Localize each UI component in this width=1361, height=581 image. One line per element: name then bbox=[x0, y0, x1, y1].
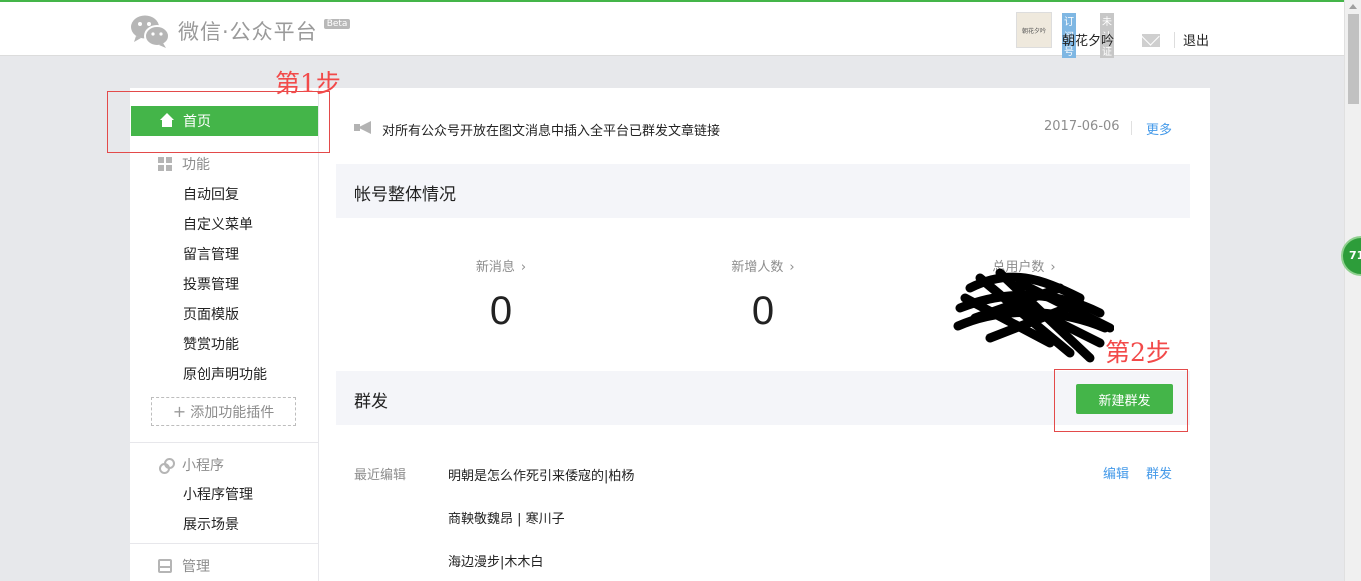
speaker-icon bbox=[354, 121, 372, 134]
sidebar-item-display-scenes[interactable]: 展示场景 bbox=[183, 514, 239, 534]
beta-badge: Beta bbox=[323, 19, 351, 29]
add-plugin-button[interactable]: + 添加功能插件 bbox=[151, 397, 296, 426]
more-link[interactable]: 更多 bbox=[1146, 119, 1172, 138]
avatar-text: 朝花夕吟 bbox=[1021, 27, 1046, 35]
announcement-date: 2017-06-06 bbox=[1044, 119, 1120, 134]
top-bar: 微信·公众平台 Beta 朝花夕吟 订阅号 未认证 朝花夕吟 退出 bbox=[0, 0, 1344, 58]
brand-logo[interactable]: 微信·公众平台 Beta bbox=[130, 14, 351, 48]
stat-label: 新增人数 bbox=[731, 260, 784, 275]
sidebar-group-label: 管理 bbox=[182, 559, 210, 575]
sidebar-item-original-claim[interactable]: 原创声明功能 bbox=[183, 364, 267, 384]
sidebar-group-mini-program: 小程序 bbox=[158, 455, 224, 475]
stat-new-followers[interactable]: 新增人数 › 0 bbox=[703, 256, 823, 334]
stat-new-messages[interactable]: 新消息 › 0 bbox=[441, 256, 561, 334]
divider bbox=[1131, 121, 1132, 135]
sidebar-group-label: 功能 bbox=[182, 157, 210, 173]
redaction-scribble bbox=[953, 268, 1114, 363]
sidebar-divider bbox=[130, 543, 318, 544]
page-scrollbar[interactable] bbox=[1344, 0, 1361, 581]
article-item[interactable]: 海边漫步|木木白 bbox=[448, 551, 543, 570]
brand-name: 微信·公众平台 bbox=[178, 20, 318, 44]
annotation-step2: 第2步 bbox=[1105, 338, 1171, 367]
sidebar-item-votes[interactable]: 投票管理 bbox=[183, 274, 239, 294]
sidebar-item-rewards[interactable]: 赞赏功能 bbox=[183, 334, 239, 354]
account-name[interactable]: 朝花夕吟 bbox=[1062, 30, 1114, 49]
sidebar-item-comments[interactable]: 留言管理 bbox=[183, 244, 239, 264]
sidebar-group-features: 功能 bbox=[158, 154, 210, 174]
link-icon bbox=[158, 458, 175, 474]
annotation-step1: 第1步 bbox=[275, 69, 341, 98]
sidebar-item-page-templates[interactable]: 页面模版 bbox=[183, 304, 239, 324]
sidebar-divider bbox=[130, 442, 318, 443]
section-title: 群发 bbox=[354, 392, 388, 412]
mail-icon[interactable] bbox=[1142, 34, 1160, 47]
plus-icon: + bbox=[172, 402, 187, 421]
send-link[interactable]: 群发 bbox=[1146, 463, 1172, 482]
wechat-logo-icon bbox=[130, 14, 170, 48]
stat-value: 0 bbox=[751, 289, 775, 333]
article-item[interactable]: 明朝是怎么作死引来倭寇的|柏杨 bbox=[448, 465, 634, 484]
recent-edits-label: 最近编辑 bbox=[354, 468, 407, 483]
sidebar-group-manage: 管理 bbox=[158, 556, 210, 576]
stat-value: 0 bbox=[489, 289, 513, 333]
grid-icon bbox=[158, 157, 172, 171]
divider bbox=[1174, 32, 1175, 48]
annotation-box-step1 bbox=[107, 91, 330, 153]
add-plugin-label: 添加功能插件 bbox=[190, 404, 275, 421]
annotation-box-step2 bbox=[1054, 369, 1188, 432]
sidebar-item-custom-menu[interactable]: 自定义菜单 bbox=[183, 214, 253, 234]
chevron-right-icon: › bbox=[789, 260, 795, 275]
announcement-text[interactable]: 对所有公众号开放在图文消息中插入全平台已群发文章链接 bbox=[382, 120, 720, 139]
announcement-bar: 对所有公众号开放在图文消息中插入全平台已群发文章链接 2017-06-06 更多 bbox=[354, 118, 1174, 139]
overview-section-header: 帐号整体情况 bbox=[336, 164, 1190, 218]
sidebar-item-auto-reply[interactable]: 自动回复 bbox=[183, 184, 239, 204]
sidebar: 首页 功能 自动回复 自定义菜单 留言管理 投票管理 页面模版 赞赏功能 原创声… bbox=[130, 88, 319, 581]
account-avatar[interactable]: 朝花夕吟 bbox=[1016, 12, 1052, 48]
logout-link[interactable]: 退出 bbox=[1183, 30, 1209, 49]
scroll-up-arrow-icon[interactable] bbox=[1349, 4, 1357, 9]
sidebar-item-mini-program-manage[interactable]: 小程序管理 bbox=[183, 484, 253, 504]
stat-label: 新消息 bbox=[475, 260, 515, 275]
section-title: 帐号整体情况 bbox=[354, 185, 456, 205]
inbox-icon bbox=[158, 559, 172, 573]
article-item[interactable]: 商鞅敬魏昂 | 寒川子 bbox=[448, 508, 565, 527]
scroll-thumb[interactable] bbox=[1348, 14, 1359, 104]
sidebar-group-label: 小程序 bbox=[182, 458, 224, 474]
chevron-right-icon: › bbox=[520, 260, 527, 275]
edit-link[interactable]: 编辑 bbox=[1103, 463, 1129, 482]
